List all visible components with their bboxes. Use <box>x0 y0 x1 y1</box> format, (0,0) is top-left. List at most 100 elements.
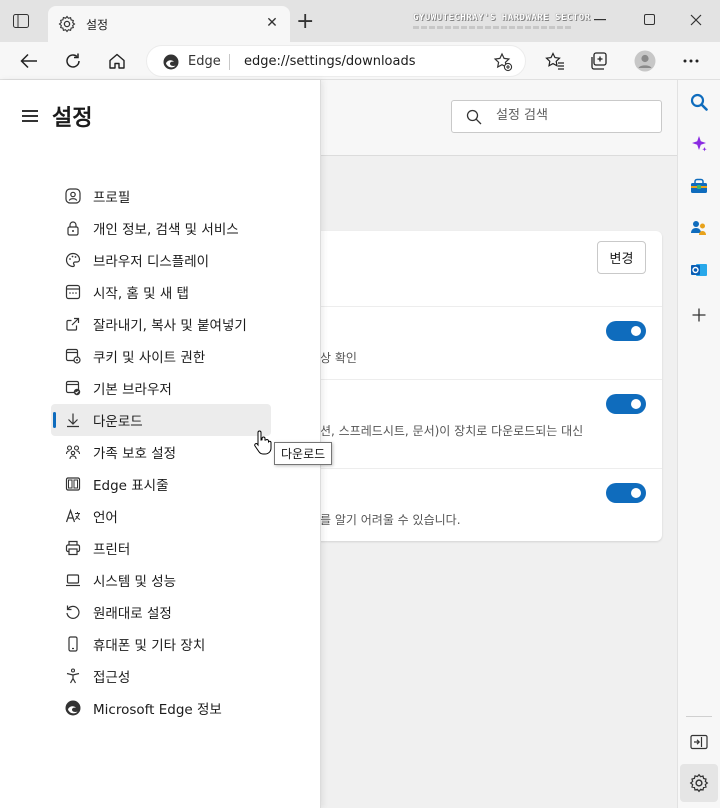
change-location-button[interactable]: 변경 <box>597 241 646 274</box>
minimize-button[interactable] <box>590 10 610 30</box>
printer-icon <box>64 539 82 557</box>
search-icon <box>466 109 482 125</box>
nav-label: 시작, 홈 및 새 탭 <box>93 286 189 302</box>
nav-label: 개인 정보, 검색 및 서비스 <box>93 222 239 238</box>
edge-logo-icon <box>163 54 179 70</box>
nav-label: 프린터 <box>93 542 131 558</box>
nav-item-privacy[interactable]: 개인 정보, 검색 및 서비스 <box>51 212 271 244</box>
settings-search[interactable] <box>451 100 662 133</box>
collections-icon[interactable] <box>588 50 610 72</box>
nav-label: 다운로드 <box>93 414 143 430</box>
nav-item-start-home[interactable]: 시작, 홈 및 새 탭 <box>51 276 271 308</box>
nav-label: 휴대폰 및 기타 장치 <box>93 638 206 654</box>
laptop-icon <box>64 571 82 589</box>
toggle-ask-save[interactable] <box>606 321 646 341</box>
nav-item-profile[interactable]: 프로필 <box>51 180 271 212</box>
hamburger-menu-icon[interactable] <box>22 110 38 122</box>
nav-item-reset[interactable]: 원래대로 설정 <box>51 596 271 628</box>
tooltip: 다운로드 <box>274 442 333 465</box>
nav-label: 잘라내기, 복사 및 붙여넣기 <box>93 318 247 334</box>
maximize-button[interactable] <box>640 10 660 30</box>
nav-item-share-copy[interactable]: 잘라내기, 복사 및 붙여넣기 <box>51 308 271 340</box>
tab-settings[interactable]: 설정 ✕ <box>48 6 290 42</box>
sidebar-separator <box>686 716 712 717</box>
watermark: GYUWUTECHRAY'S HARDWARE SECTOR <box>413 13 591 23</box>
outlook-icon[interactable] <box>688 259 710 281</box>
row-description: 상 확인 <box>320 351 357 365</box>
sidebar-settings-button[interactable] <box>680 764 718 802</box>
nav-label: 언어 <box>93 510 118 526</box>
gear-icon <box>689 773 709 793</box>
nav-item-appearance[interactable]: 브라우저 디스플레이 <box>51 244 271 276</box>
family-icon <box>64 443 82 461</box>
nav-label: 쿠키 및 사이트 권한 <box>93 350 206 366</box>
address-toolbar: Edge edge://settings/downloads <box>0 42 720 80</box>
search-input[interactable] <box>496 108 656 123</box>
nav-label: 프로필 <box>93 190 131 206</box>
default-browser-icon <box>64 379 82 397</box>
lock-icon <box>64 219 82 237</box>
nav-label: Edge 표시줄 <box>93 478 169 494</box>
accessibility-icon <box>64 667 82 685</box>
phone-icon <box>64 635 82 653</box>
hide-sidebar-icon[interactable] <box>688 731 710 753</box>
watermark-underline <box>413 26 573 29</box>
search-icon[interactable] <box>688 91 710 113</box>
nav-item-about[interactable]: Microsoft Edge 정보 <box>51 692 271 724</box>
back-button[interactable] <box>18 50 40 72</box>
toggle-open-office-files[interactable] <box>606 394 646 414</box>
home-grid-icon <box>64 283 82 301</box>
home-button[interactable] <box>106 50 128 72</box>
edge-logo-icon <box>64 699 82 717</box>
nav-label: 원래대로 설정 <box>93 606 172 622</box>
row-description: 를 알기 어려울 수 있습니다. <box>320 513 461 527</box>
row-description: 션, 스프레드시트, 문서)이 장치로 다운로드되는 대신 <box>320 424 584 438</box>
refresh-button[interactable] <box>62 50 84 72</box>
site-label: Edge <box>188 54 221 69</box>
favorites-icon[interactable] <box>544 50 566 72</box>
language-icon <box>64 507 82 525</box>
hand-cursor-icon <box>252 430 274 456</box>
profile-icon <box>64 187 82 205</box>
nav-item-default-browser[interactable]: 기본 브라우저 <box>51 372 271 404</box>
nav-item-cookies[interactable]: 쿠키 및 사이트 권한 <box>51 340 271 372</box>
nav-list: 프로필 개인 정보, 검색 및 서비스 브라우저 디스플레이 시작, 홈 및 새… <box>51 180 271 724</box>
nav-label: Microsoft Edge 정보 <box>93 702 222 718</box>
download-icon <box>64 411 82 429</box>
nav-label: 기본 브라우저 <box>93 382 172 398</box>
nav-label: 시스템 및 성능 <box>93 574 177 590</box>
shopping-icon[interactable] <box>688 175 710 197</box>
nav-item-languages[interactable]: 언어 <box>51 500 271 532</box>
copilot-sparkle-icon[interactable] <box>688 133 710 155</box>
more-menu-icon[interactable] <box>680 50 702 72</box>
add-icon[interactable] <box>688 304 710 326</box>
page-title: 설정 <box>52 106 93 131</box>
title-bar: 설정 ✕ + GYUWUTECHRAY'S HARDWARE SECTOR <box>0 0 720 42</box>
tab-actions-icon[interactable] <box>11 12 31 30</box>
nav-item-family[interactable]: 가족 보호 설정 <box>51 436 271 468</box>
toggle-downloads-menu[interactable] <box>606 483 646 503</box>
add-favorite-icon[interactable] <box>493 52 513 72</box>
nav-item-printers[interactable]: 프린터 <box>51 532 271 564</box>
close-window-button[interactable] <box>686 10 706 30</box>
nav-item-downloads[interactable]: 다운로드 <box>51 404 271 436</box>
edge-sidebar <box>677 80 720 808</box>
reset-icon <box>64 603 82 621</box>
nav-item-accessibility[interactable]: 접근성 <box>51 660 271 692</box>
nav-label: 가족 보호 설정 <box>93 446 177 462</box>
nav-item-system[interactable]: 시스템 및 성능 <box>51 564 271 596</box>
people-icon[interactable] <box>688 217 710 239</box>
share-icon <box>64 315 82 333</box>
address-separator <box>229 54 230 70</box>
close-tab-icon[interactable]: ✕ <box>264 15 280 31</box>
address-bar[interactable]: Edge edge://settings/downloads <box>146 45 526 77</box>
nav-item-edge-bar[interactable]: Edge 표시줄 <box>51 468 271 500</box>
nav-label: 접근성 <box>93 670 131 686</box>
tab-title: 설정 <box>86 18 109 32</box>
profile-avatar[interactable] <box>634 50 656 72</box>
url-text[interactable]: edge://settings/downloads <box>244 54 416 69</box>
gear-icon <box>58 15 76 33</box>
nav-item-phone[interactable]: 휴대폰 및 기타 장치 <box>51 628 271 660</box>
palette-icon <box>64 251 82 269</box>
new-tab-button[interactable]: + <box>296 11 314 33</box>
